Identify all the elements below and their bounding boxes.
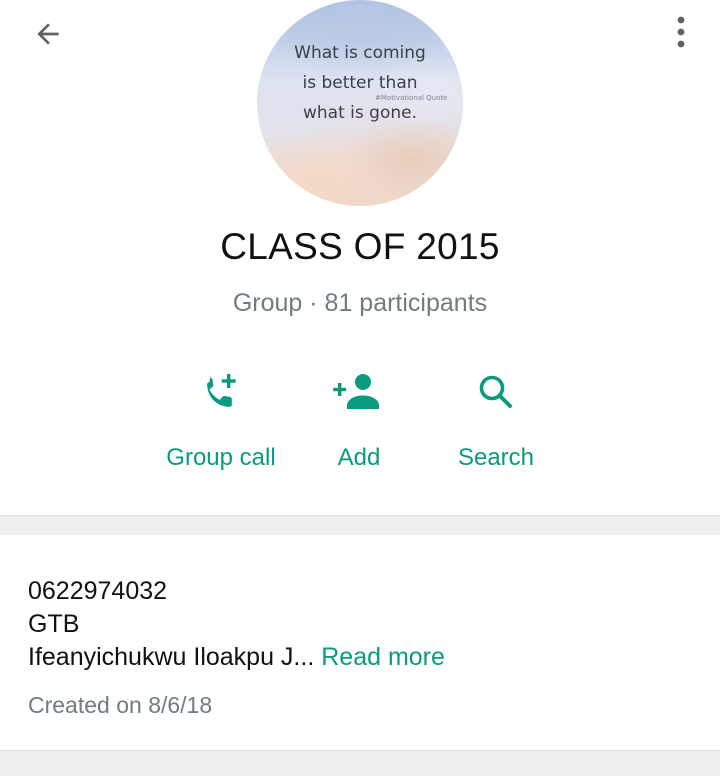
search-button[interactable]: Search <box>416 364 576 484</box>
search-icon <box>479 375 512 408</box>
read-more-link[interactable]: Read more <box>321 643 445 671</box>
back-button[interactable] <box>28 14 68 54</box>
add-person-icon <box>333 374 379 409</box>
section-divider <box>0 750 720 776</box>
section-divider <box>0 515 720 535</box>
add-label: Add <box>337 444 381 471</box>
group-call-button[interactable]: Group call <box>141 364 301 484</box>
group-avatar[interactable]: What is coming is better than what is go… <box>257 0 463 206</box>
arrow-left-icon <box>37 23 59 45</box>
group-participants-meta: Group · 81 participants <box>232 289 488 317</box>
more-vertical-icon <box>677 16 685 48</box>
group-info-header: What is coming is better than what is go… <box>0 0 720 515</box>
group-call-label: Group call <box>166 444 276 471</box>
group-description-card[interactable]: 0622974032 GTB Ifeanyichukwu Iloakpu J..… <box>0 535 720 750</box>
overflow-menu-button[interactable] <box>664 12 698 52</box>
description-line-truncated: Ifeanyichukwu Iloakpu J... Read more <box>28 643 445 672</box>
avatar-quote-text: What is coming is better than what is go… <box>294 43 426 123</box>
group-name: CLASS OF 2015 <box>220 226 500 267</box>
created-date: Created on 8/6/18 <box>28 692 213 718</box>
description-line: GTB <box>28 610 80 638</box>
description-line: 0622974032 <box>28 577 168 605</box>
description-text: Ifeanyichukwu Iloakpu J... <box>28 643 315 671</box>
avatar-watermark-text: #Motivational Quote <box>375 94 448 102</box>
add-call-icon <box>207 374 236 407</box>
search-label: Search <box>457 444 535 471</box>
add-participant-button[interactable]: Add <box>279 364 439 484</box>
